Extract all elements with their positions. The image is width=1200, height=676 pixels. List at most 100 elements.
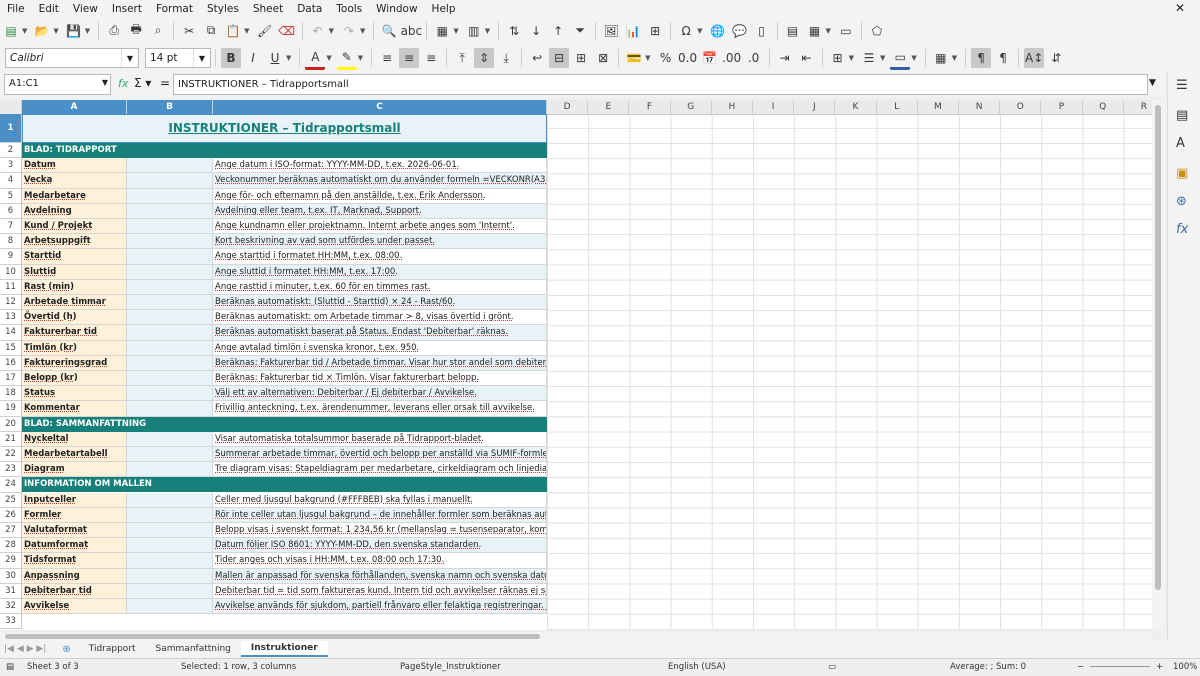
highlight-color-icon[interactable]: ✎ (336, 47, 357, 70)
align-bottom-icon[interactable]: ⤓ (496, 48, 516, 68)
row-header[interactable]: 6 (0, 203, 22, 219)
empty-cell[interactable] (127, 431, 213, 447)
row-header[interactable]: 5 (0, 188, 22, 204)
field-name-cell[interactable]: Nyckeltal (22, 431, 127, 447)
field-name-cell[interactable]: Debiterbar tid (22, 583, 127, 599)
column-header[interactable]: N (959, 100, 1001, 114)
sheet-tab[interactable]: Sammanfattning (146, 642, 241, 656)
horizontal-scrollbar[interactable] (0, 632, 1152, 640)
add-sheet-icon[interactable]: ⊕ (62, 644, 70, 655)
insert-chart-icon[interactable]: 📊 (623, 21, 643, 41)
date-format-icon[interactable]: 📅 (700, 48, 720, 68)
italic-icon[interactable]: I (243, 48, 263, 68)
navigator-icon[interactable]: ⊛ (1176, 194, 1187, 209)
empty-cell[interactable] (127, 386, 213, 402)
empty-cell[interactable] (127, 325, 213, 341)
field-name-cell[interactable]: Arbetsuppgift (22, 234, 127, 250)
special-character-icon[interactable]: Ω (676, 21, 696, 41)
column-header[interactable]: I (753, 100, 795, 114)
menu-item[interactable]: Styles (200, 3, 246, 15)
chevron-down-icon[interactable]: ▼ (102, 78, 108, 87)
column-header[interactable]: P (1041, 100, 1083, 114)
field-name-cell[interactable]: Vecka (22, 173, 127, 189)
highlight-dropdown-icon[interactable]: ▼ (358, 54, 363, 62)
wrap-text-icon[interactable]: ↩ (527, 48, 547, 68)
field-name-cell[interactable]: Diagram (22, 462, 127, 478)
description-cell[interactable]: Ange avtalad timlön i svenska kronor, t.… (213, 340, 547, 356)
column-icon[interactable]: ▥ (464, 21, 484, 41)
field-name-cell[interactable]: Datum (22, 158, 127, 174)
merge-center-icon[interactable]: ⊟ (549, 48, 570, 68)
chevron-down-icon[interactable]: ▼ (121, 49, 138, 67)
description-cell[interactable]: Belopp visas i svenskt format: 1 234,56 … (213, 523, 547, 539)
menu-item[interactable]: Window (369, 3, 424, 15)
empty-cell[interactable] (127, 219, 213, 235)
hamburger-menu-icon[interactable]: ☰ (1176, 78, 1188, 93)
column-header[interactable]: D (547, 100, 589, 114)
row-header[interactable]: 10 (0, 264, 22, 280)
sheet-tab[interactable]: Instruktioner (240, 641, 328, 657)
row-header[interactable]: 31 (0, 583, 22, 599)
empty-cell[interactable] (127, 462, 213, 478)
column-header[interactable]: A (22, 100, 127, 114)
column-header[interactable]: R (1124, 100, 1152, 114)
freeze-rows-columns-icon[interactable]: ▦ (805, 21, 825, 41)
border-color-icon[interactable]: ▭ (890, 47, 911, 70)
description-cell[interactable]: Beräknas: Fakturerbar tid × Timlön. Visa… (213, 371, 547, 387)
row-header[interactable]: 4 (0, 173, 22, 189)
row-header[interactable]: 14 (0, 325, 22, 341)
save-icon[interactable]: 💾 (64, 21, 84, 41)
borders-icon[interactable]: ⊞ (828, 48, 848, 68)
border-style-dropdown-icon[interactable]: ▼ (880, 54, 885, 62)
field-name-cell[interactable]: Datumformat (22, 538, 127, 554)
merge-cells-icon[interactable]: ⊞ (571, 48, 591, 68)
scrollbar-thumb[interactable] (1155, 105, 1161, 590)
page-style[interactable]: PageStyle_Instruktioner (400, 662, 501, 672)
align-top-icon[interactable]: ⤒ (452, 48, 472, 68)
field-name-cell[interactable]: Faktureringsgrad (22, 355, 127, 371)
description-cell[interactable]: Celler med ljusgul bakgrund (#FFFBEB) sk… (213, 492, 547, 508)
field-name-cell[interactable]: Medarbetare (22, 188, 127, 204)
row-header[interactable]: 15 (0, 340, 22, 356)
open-dropdown-icon[interactable]: ▼ (53, 27, 58, 35)
pivot-table-icon[interactable]: ⊞ (645, 21, 665, 41)
tab-navigation-icon[interactable]: |◀ ◀ ▶ ▶| (4, 644, 46, 654)
sheet-tab[interactable]: Tidrapport (79, 642, 146, 656)
row-header[interactable]: 33 (0, 614, 22, 630)
freeze-dropdown-icon[interactable]: ▼ (826, 27, 831, 35)
column-header[interactable]: Q (1083, 100, 1124, 114)
conditional-dropdown-icon[interactable]: ▼ (952, 54, 957, 62)
column-header[interactable]: H (712, 100, 753, 114)
column-header[interactable]: L (877, 100, 918, 114)
description-cell[interactable]: Avdelning eller team, t.ex. IT, Marknad,… (213, 203, 547, 219)
menu-item[interactable]: Format (149, 3, 200, 15)
field-name-cell[interactable]: Övertid (h) (22, 310, 127, 326)
description-cell[interactable]: Beräknas automatiskt: (Sluttid - Startti… (213, 295, 547, 311)
functions-icon[interactable]: fx (1176, 222, 1188, 237)
function-wizard-icon[interactable]: fx (118, 77, 128, 90)
empty-cell[interactable] (127, 583, 213, 599)
open-folder-icon[interactable]: 📂 (32, 21, 52, 41)
description-cell[interactable]: Rör inte celler utan ljusgul bakgrund – … (213, 507, 547, 523)
empty-cell[interactable] (127, 249, 213, 265)
formula-input[interactable]: INSTRUKTIONER – Tidrapportsmall (173, 74, 1148, 95)
menu-item[interactable]: Tools (329, 3, 369, 15)
row-dropdown-icon[interactable]: ▼ (453, 27, 458, 35)
row-header[interactable]: 22 (0, 447, 22, 463)
row-header[interactable]: 27 (0, 523, 22, 539)
hyperlink-icon[interactable]: 🌐 (708, 21, 728, 41)
expand-formula-icon[interactable]: ▼ (1149, 78, 1156, 88)
formula-equals-icon[interactable]: = (160, 76, 170, 90)
field-name-cell[interactable]: Inputceller (22, 492, 127, 508)
row-header[interactable]: 12 (0, 295, 22, 311)
zoom-level[interactable]: 100% (1173, 662, 1197, 672)
zoom-slider[interactable] (1090, 666, 1150, 667)
row-header[interactable]: 8 (0, 234, 22, 250)
name-box[interactable]: A1:C1 ▼ (4, 74, 111, 95)
show-draw-functions-icon[interactable]: ⬠ (867, 21, 887, 41)
undo-icon[interactable]: ↶ (308, 21, 328, 41)
styles-icon[interactable]: A (1176, 136, 1185, 151)
row-header[interactable]: 28 (0, 538, 22, 554)
column-header[interactable]: K (835, 100, 877, 114)
row-header[interactable]: 7 (0, 219, 22, 235)
